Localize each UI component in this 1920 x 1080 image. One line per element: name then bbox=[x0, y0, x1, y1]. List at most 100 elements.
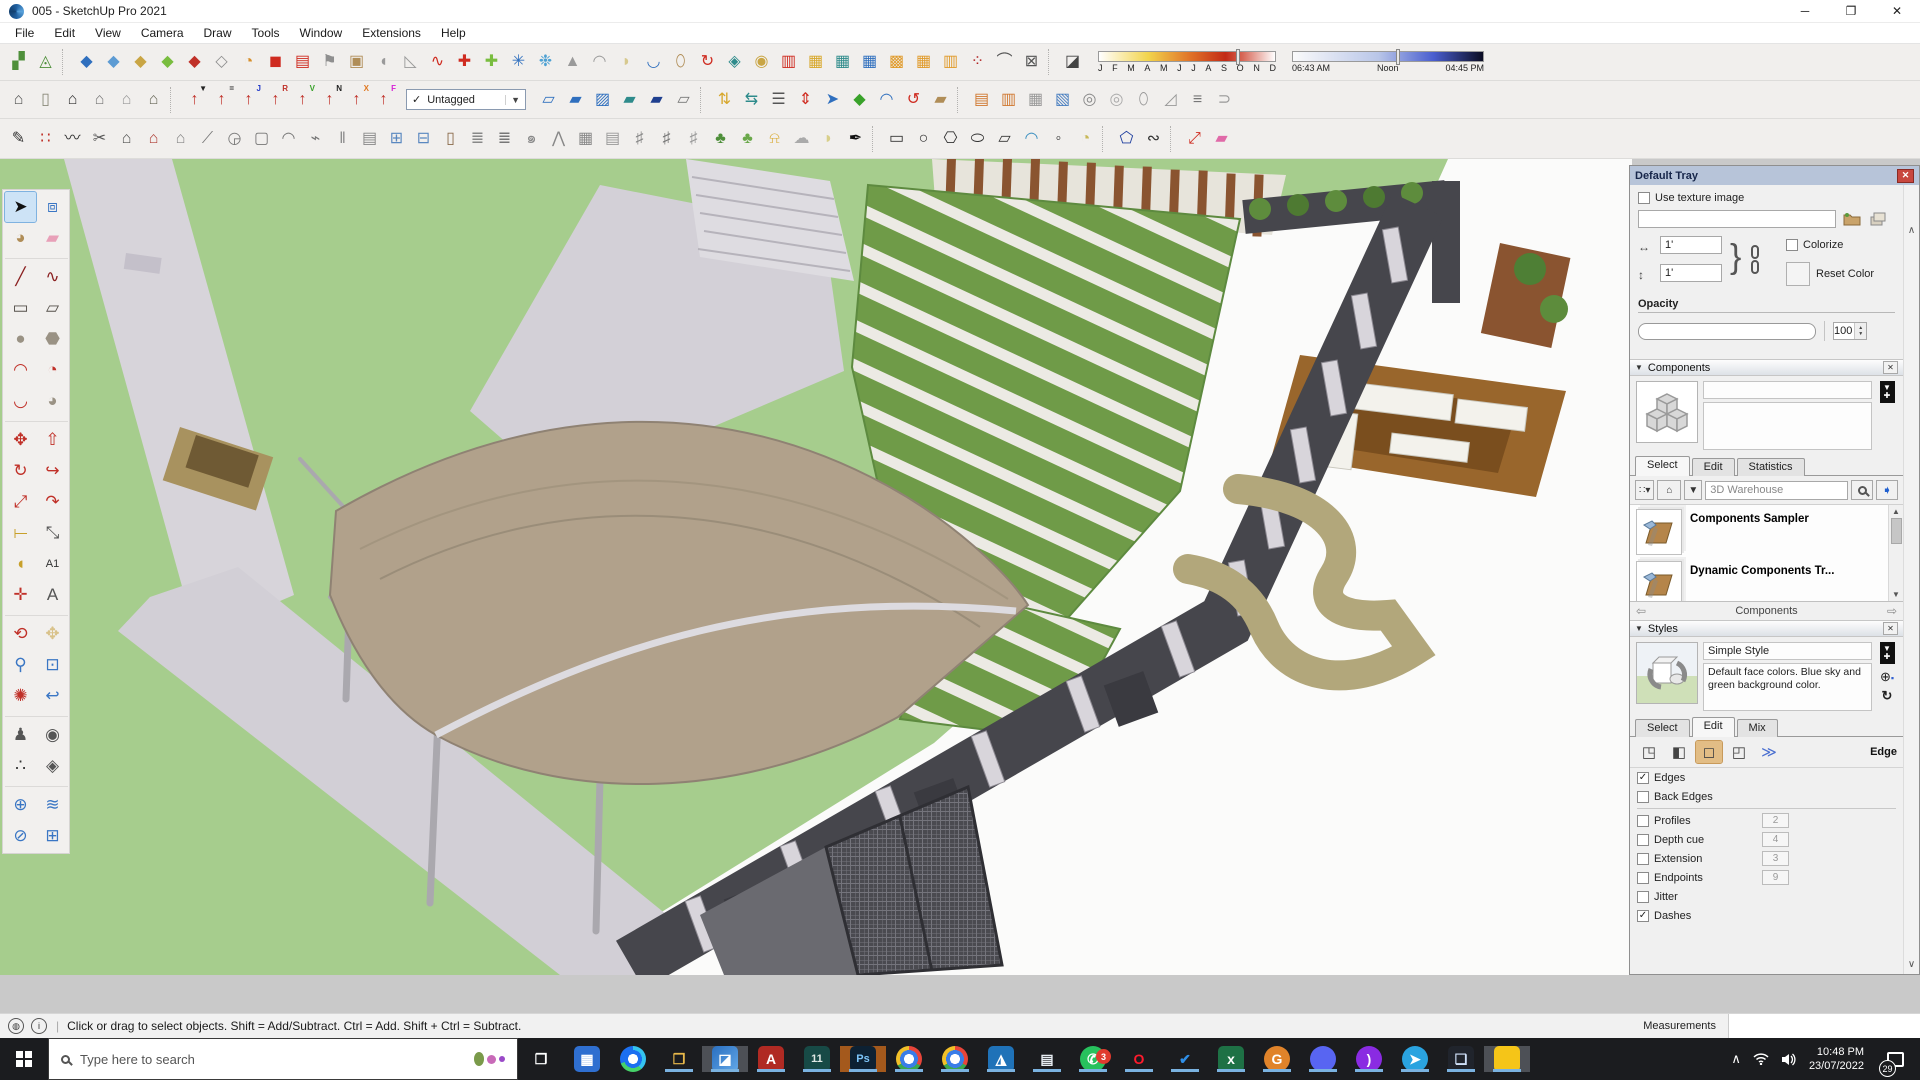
edge-style-textured-icon[interactable]: ◰ bbox=[1726, 741, 1752, 763]
arc-blue-tool-icon[interactable]: ◡ bbox=[640, 49, 667, 76]
option-value-box[interactable]: 9 bbox=[1762, 870, 1789, 885]
axes-tool[interactable]: ✛ bbox=[5, 580, 36, 610]
slant-panel-striped-icon[interactable]: ▨ bbox=[589, 86, 616, 113]
house-shed-icon[interactable]: ⌂ bbox=[140, 86, 167, 113]
house-outline-icon[interactable]: ⌂ bbox=[113, 86, 140, 113]
sandbox-from-scratch-icon[interactable]: ◬ bbox=[32, 49, 59, 76]
nav-back-icon[interactable]: ⇦ bbox=[1636, 604, 1646, 618]
component-collection-item[interactable]: Components Sampler bbox=[1636, 509, 1885, 555]
edge-option-extension[interactable]: Extension 3 bbox=[1630, 849, 1903, 868]
scale-tool[interactable]: ⤢ bbox=[5, 487, 36, 517]
check-app-icon[interactable]: ✔ bbox=[1162, 1046, 1208, 1072]
marker-pen-icon[interactable]: ✒ bbox=[842, 125, 869, 152]
flag-tool-icon[interactable]: ⚑ bbox=[316, 49, 343, 76]
red-updown-icon[interactable]: ⇕ bbox=[792, 86, 819, 113]
edge-option-profiles[interactable]: Profiles 2 bbox=[1630, 811, 1903, 830]
edge-browser-icon[interactable] bbox=[610, 1046, 656, 1072]
collections-dropdown-icon[interactable]: ▼ bbox=[1684, 480, 1703, 500]
plane-tan-tool-icon[interactable]: ◆ bbox=[127, 49, 154, 76]
roof-arrow-x-icon[interactable]: ↑ X bbox=[343, 84, 370, 113]
spinner-arrows-icon[interactable]: ▲ ▼ bbox=[1854, 323, 1866, 339]
grab-rectangle-icon[interactable]: ▭ bbox=[883, 125, 910, 152]
eraser-tool[interactable]: ▰ bbox=[37, 223, 68, 253]
tag-dropdown[interactable]: ✓ Untagged ▼ bbox=[406, 89, 526, 110]
follow-me-tool[interactable]: ↪ bbox=[37, 456, 68, 486]
photoshop-icon[interactable]: Ps bbox=[840, 1046, 886, 1072]
sandbox-from-contours-icon[interactable]: ▞ bbox=[5, 49, 32, 76]
blue-grid-tool-icon[interactable]: ▦ bbox=[856, 49, 883, 76]
style-builder-icon[interactable]: ⊕▪ bbox=[1880, 670, 1894, 683]
protractor-tool[interactable]: ◖ bbox=[5, 549, 36, 579]
chrome-icon[interactable] bbox=[932, 1046, 978, 1072]
lamp-icon[interactable]: ⍾ bbox=[761, 125, 788, 152]
freehand-tool[interactable]: ∿ bbox=[37, 262, 68, 292]
scroll-up-icon[interactable]: ▲ bbox=[1892, 507, 1900, 516]
polygon-blue-icon[interactable]: ⬠ bbox=[1113, 125, 1140, 152]
menu-edit[interactable]: Edit bbox=[44, 23, 85, 43]
gravit-designer-icon[interactable]: G bbox=[1254, 1046, 1300, 1072]
geolocation-icon[interactable]: ◍ bbox=[8, 1018, 24, 1034]
tan-chip-icon[interactable]: ▰ bbox=[927, 86, 954, 113]
component-name-field[interactable] bbox=[1703, 381, 1872, 399]
close-button[interactable]: ✕ bbox=[1874, 0, 1920, 22]
add-style-icon[interactable]: ▼ ✚ bbox=[1879, 642, 1895, 664]
checkbox[interactable] bbox=[1637, 852, 1649, 865]
teal-grid-tool-icon[interactable]: ▦ bbox=[829, 49, 856, 76]
tooltip-icon[interactable]: ◗ bbox=[815, 125, 842, 152]
option-value-box[interactable]: 4 bbox=[1762, 832, 1789, 847]
red-double-arrow-icon[interactable]: ⤢ bbox=[1181, 125, 1208, 152]
option-value-box[interactable]: 3 bbox=[1762, 851, 1789, 866]
scroll-down-icon[interactable]: ∨ bbox=[1908, 959, 1915, 970]
panel-blue-icon[interactable]: ▧ bbox=[1049, 86, 1076, 113]
scroll-down-icon[interactable]: ▼ bbox=[1892, 590, 1900, 599]
option-value-box[interactable]: 2 bbox=[1762, 813, 1789, 828]
blue-curve-icon[interactable]: ◠ bbox=[873, 86, 900, 113]
three-point-arc-tool[interactable]: ◡ bbox=[5, 386, 36, 416]
tab-select[interactable]: Select bbox=[1635, 456, 1690, 476]
stairs-straight-icon[interactable]: ≣ bbox=[464, 125, 491, 152]
orbit-tool[interactable]: ⟲ bbox=[5, 619, 36, 649]
use-texture-checkbox[interactable] bbox=[1638, 192, 1650, 204]
tray-close-button[interactable]: ✕ bbox=[1897, 168, 1914, 183]
curve-dots-tool-icon[interactable]: ⌒ bbox=[991, 49, 1018, 76]
door-icon[interactable]: ▯ bbox=[437, 125, 464, 152]
texture-file-input[interactable] bbox=[1638, 210, 1836, 228]
collapse-caret-icon[interactable]: ▼ bbox=[1635, 624, 1643, 633]
sweep-icon[interactable]: ⌁ bbox=[302, 125, 329, 152]
slant-panel-outline-icon[interactable]: ▱ bbox=[535, 86, 562, 113]
shadow-date-slider[interactable]: JFMAMJJASOND bbox=[1098, 49, 1276, 73]
flip-teal-icon[interactable]: ⇆ bbox=[738, 86, 765, 113]
lumion-11-icon[interactable]: 11 bbox=[794, 1046, 840, 1072]
opacity-slider[interactable] bbox=[1638, 322, 1816, 340]
elbow-pipe-tool-icon[interactable]: ◺ bbox=[397, 49, 424, 76]
browse-texture-folder-icon[interactable] bbox=[1842, 210, 1862, 228]
cylinder-tan-tool-icon[interactable]: ⬯ bbox=[667, 49, 694, 76]
house-red-icon[interactable]: ⌂ bbox=[140, 125, 167, 152]
tray-scrollbar[interactable]: ∧ ∨ bbox=[1903, 185, 1919, 974]
extension-download-tool[interactable]: ⊕ bbox=[5, 790, 36, 820]
spiral-red-tool-icon[interactable]: ↻ bbox=[694, 49, 721, 76]
look-around-tool[interactable]: ◉ bbox=[37, 720, 68, 750]
date-slider-handle[interactable] bbox=[1236, 49, 1241, 65]
tab-edit[interactable]: Edit bbox=[1691, 458, 1735, 476]
component-description-field[interactable] bbox=[1703, 402, 1872, 450]
task-view-icon[interactable]: ❐ bbox=[518, 1046, 564, 1072]
telegram-icon[interactable]: ➤ bbox=[1392, 1046, 1438, 1072]
maximize-button[interactable]: ❐ bbox=[1828, 0, 1874, 22]
tab-mix[interactable]: Mix bbox=[1736, 719, 1778, 737]
green-diamond-icon[interactable]: ◆ bbox=[846, 86, 873, 113]
roof-arrow-f-icon[interactable]: ↑ F bbox=[370, 84, 397, 113]
house-gable-icon[interactable]: ⌂ bbox=[5, 86, 32, 113]
plane-green-tool-icon[interactable]: ◆ bbox=[154, 49, 181, 76]
move-tool[interactable]: ✥ bbox=[5, 425, 36, 455]
house-frame-icon[interactable]: ⌂ bbox=[167, 125, 194, 152]
tab-select[interactable]: Select bbox=[1635, 719, 1690, 737]
bricks-stacked-icon[interactable]: ▥ bbox=[995, 86, 1022, 113]
blade-icon[interactable]: ⟋ bbox=[194, 125, 221, 152]
scribble-icon[interactable]: ∾ bbox=[1140, 125, 1167, 152]
taskbar-search[interactable]: Type here to search bbox=[48, 1038, 518, 1080]
teal-gem-tool-icon[interactable]: ◈ bbox=[721, 49, 748, 76]
red-box-tool-icon[interactable]: ▥ bbox=[775, 49, 802, 76]
washer-light-icon[interactable]: ◎ bbox=[1103, 86, 1130, 113]
checkbox[interactable] bbox=[1637, 890, 1649, 903]
